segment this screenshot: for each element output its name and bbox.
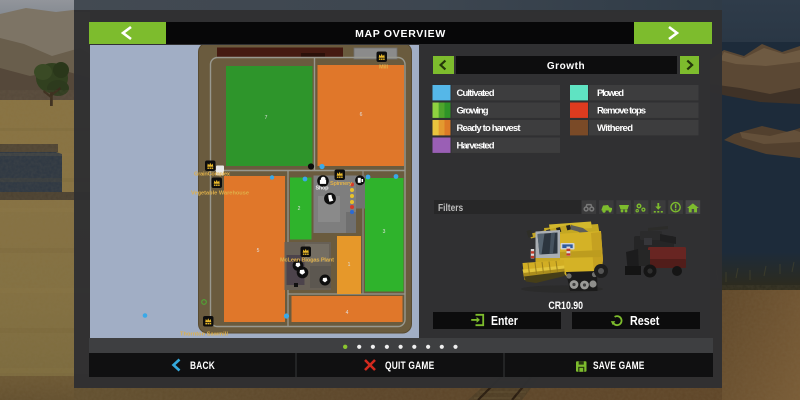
svg-text:Thornton Sawmill: Thornton Sawmill bbox=[180, 332, 228, 338]
svg-text:4: 4 bbox=[346, 310, 349, 316]
svg-text:Mill: Mill bbox=[379, 65, 388, 71]
svg-text:Growing: Growing bbox=[457, 106, 489, 117]
svg-text:Ready to harvest: Ready to harvest bbox=[457, 123, 522, 134]
svg-text:Shop: Shop bbox=[316, 186, 330, 192]
svg-text:McLean Biogas Plant: McLean Biogas Plant bbox=[280, 258, 334, 264]
svg-text:6: 6 bbox=[360, 112, 363, 118]
svg-text:Withered: Withered bbox=[597, 123, 633, 134]
svg-text:Harvested: Harvested bbox=[457, 141, 495, 152]
svg-text:2: 2 bbox=[298, 206, 301, 212]
svg-text:5: 5 bbox=[257, 248, 260, 254]
svg-text:7: 7 bbox=[265, 115, 268, 121]
svg-text:Cultivated: Cultivated bbox=[457, 88, 495, 99]
svg-text:Spinnery: Spinnery bbox=[330, 181, 353, 187]
svg-text:1: 1 bbox=[348, 262, 351, 268]
svg-text:3: 3 bbox=[383, 229, 386, 235]
svg-text:Plowed: Plowed bbox=[597, 88, 624, 99]
svg-text:GrainComplex: GrainComplex bbox=[194, 172, 231, 178]
svg-text:Vegetable Warehouse: Vegetable Warehouse bbox=[191, 191, 249, 197]
svg-text:Remove tops: Remove tops bbox=[597, 106, 646, 117]
